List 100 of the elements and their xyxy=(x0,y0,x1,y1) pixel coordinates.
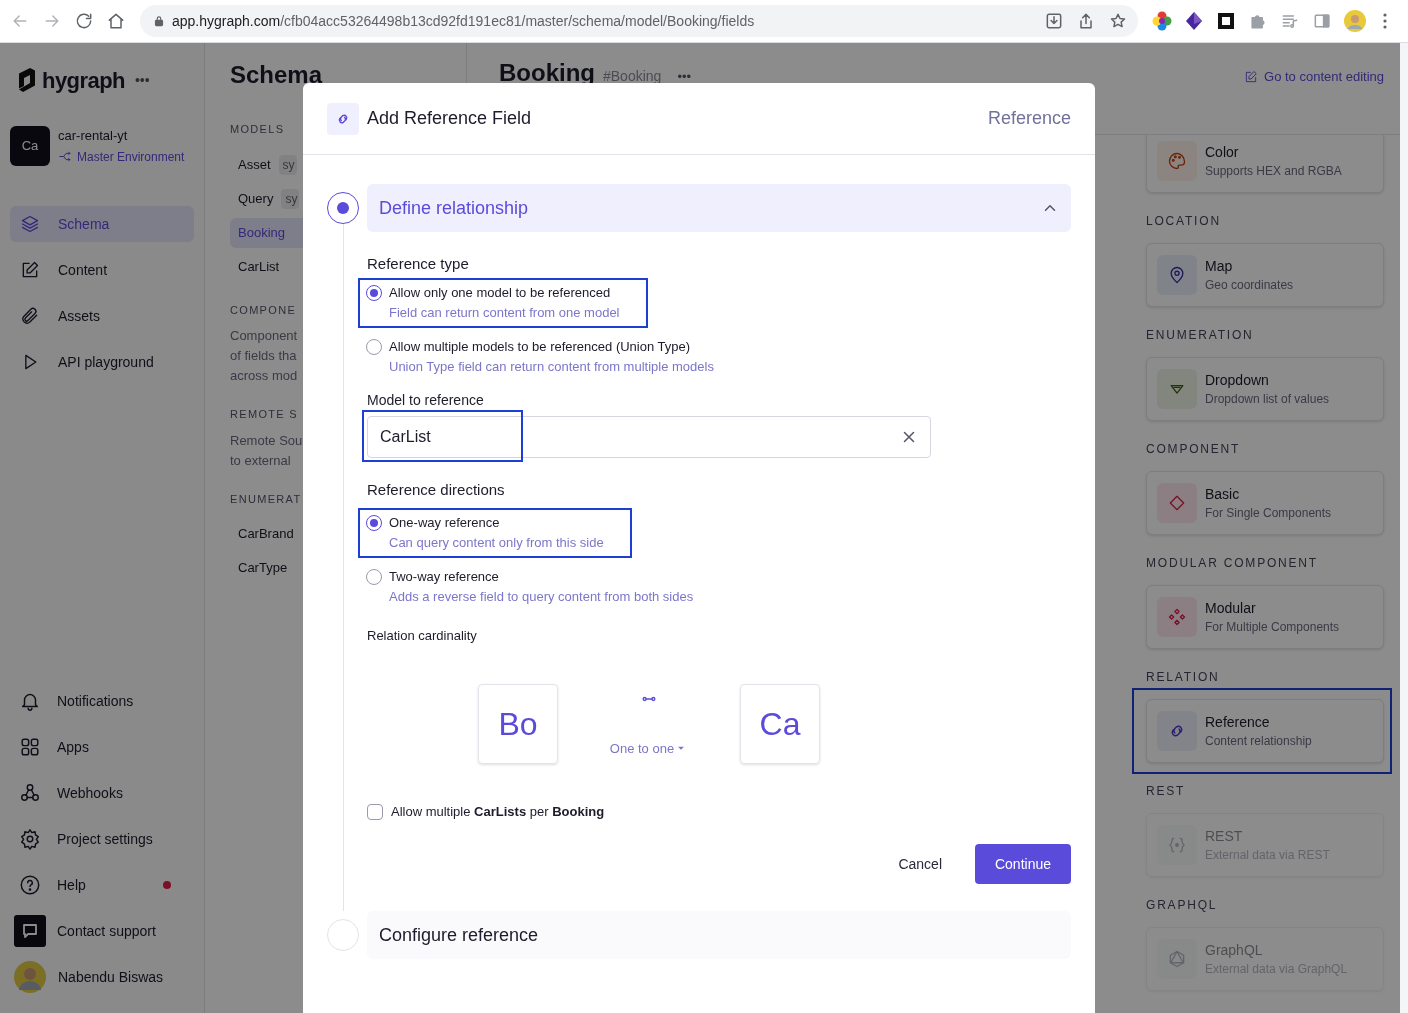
side-panel-icon[interactable] xyxy=(1312,11,1332,31)
section-heading: ENUMERAT xyxy=(230,491,302,507)
edit-icon xyxy=(20,260,40,280)
nav-item[interactable]: Content xyxy=(10,252,194,288)
brand-menu[interactable]: ••• xyxy=(134,69,150,91)
reload-icon[interactable] xyxy=(74,11,94,31)
option-label: Allow only one model to be referenced xyxy=(389,284,611,303)
field-type-card[interactable]: Reference Content relationship xyxy=(1146,699,1384,763)
cancel-button[interactable]: Cancel xyxy=(882,844,958,884)
nav-item[interactable]: Webhooks xyxy=(10,775,194,811)
section-heading: LOCATION xyxy=(1146,213,1221,229)
card-title: GraphQL xyxy=(1205,941,1264,960)
option-description: Union Type field can return content from multiple models xyxy=(389,358,714,376)
user-item[interactable]: Nabendu Biswas xyxy=(10,959,194,995)
field-label: Reference directions xyxy=(367,480,505,500)
section-heading: RELATION xyxy=(1146,669,1220,685)
nav-item[interactable]: Schema xyxy=(10,206,194,242)
step-header[interactable]: Configure reference xyxy=(367,911,1071,959)
nav-item[interactable]: Assets xyxy=(10,298,194,334)
address-bar[interactable]: app.hygraph.com/cfb04acc53264498b13cd92fd191ec81/master/schema/model/Booking/fields xyxy=(140,5,1138,37)
section-heading: ENUMERATION xyxy=(1146,327,1254,343)
api-id: #Booking xyxy=(603,67,662,86)
modal-title: Add Reference Field xyxy=(367,107,532,130)
brand-name: hygraph xyxy=(42,66,125,95)
step-header[interactable]: Define relationship xyxy=(367,184,1071,232)
card-description: Dropdown list of values xyxy=(1205,391,1330,408)
section-heading: REST xyxy=(1146,783,1186,799)
option-label: Two-way reference xyxy=(389,568,499,587)
branch-icon xyxy=(58,149,73,165)
square-icon[interactable] xyxy=(1216,11,1236,31)
nav-item[interactable]: Notifications xyxy=(10,683,194,719)
field-type-card[interactable]: Modular For Multiple Components xyxy=(1146,585,1384,649)
paperclip-icon xyxy=(20,306,40,326)
help-icon xyxy=(19,874,41,896)
card-title: Basic xyxy=(1205,485,1241,504)
palette-icon xyxy=(1167,151,1187,171)
color-wheel-icon[interactable] xyxy=(1152,11,1172,31)
nav-item[interactable]: Help xyxy=(10,867,194,903)
nav-item[interactable]: Project settings xyxy=(10,821,194,857)
model-item[interactable]: Query sy xyxy=(230,183,340,214)
home-icon[interactable] xyxy=(106,11,126,31)
radio-button[interactable] xyxy=(366,569,382,585)
cube-icon[interactable] xyxy=(1184,11,1204,31)
field-type-card[interactable]: Dropdown Dropdown list of values xyxy=(1146,357,1384,421)
checkbox-label: Allow multiple CarLists per Booking xyxy=(391,803,605,822)
field-type-label: Reference xyxy=(987,107,1071,130)
section-heading: MODULAR COMPONENT xyxy=(1146,555,1318,571)
content-editing-link[interactable]: Go to content editing xyxy=(1244,67,1384,87)
option-label: One-way reference xyxy=(389,514,500,533)
card-title: Dropdown xyxy=(1205,371,1270,390)
section-description: to external xyxy=(230,451,291,470)
model-item[interactable]: Asset sy xyxy=(230,149,340,180)
system-tag: sy xyxy=(278,154,297,175)
more-menu[interactable]: ••• xyxy=(677,67,692,87)
field-label: Reference type xyxy=(367,254,469,274)
kebab-menu-icon[interactable] xyxy=(1382,13,1388,29)
model-title: Booking xyxy=(499,59,595,87)
webhook-icon xyxy=(19,782,41,804)
card-title: REST xyxy=(1205,827,1244,846)
card-title: Modular xyxy=(1205,599,1257,618)
panel-title: Schema xyxy=(230,60,324,90)
install-icon[interactable] xyxy=(1044,11,1064,31)
option-description: Field can return content from one model xyxy=(389,304,620,322)
section-heading: REMOTE S xyxy=(230,407,298,422)
continue-button[interactable]: Continue xyxy=(975,844,1071,884)
card-description: Supports HEX and RGBA xyxy=(1205,163,1342,180)
radio-button[interactable] xyxy=(366,339,382,355)
field-type-card[interactable]: Map Geo coordinates xyxy=(1146,243,1384,307)
model-select-field[interactable]: CarList xyxy=(367,416,931,458)
radio-button[interactable] xyxy=(366,515,382,531)
card-title: Color xyxy=(1205,143,1240,162)
field-type-card[interactable]: Basic For Single Components xyxy=(1146,471,1384,535)
section-description: across mod xyxy=(230,367,298,385)
edit-icon xyxy=(1244,69,1258,84)
environment-link[interactable]: Master Environment xyxy=(77,147,185,166)
project-avatar: Ca xyxy=(10,126,50,166)
card-description: For Multiple Components xyxy=(1205,619,1340,636)
card-description: Geo coordinates xyxy=(1205,277,1294,294)
checkbox[interactable] xyxy=(367,804,383,820)
field-type-card[interactable]: Color Supports HEX and RGBA xyxy=(1146,135,1384,193)
option-description: Can query content only from this side xyxy=(389,534,604,552)
nav-item[interactable]: Contact support xyxy=(10,913,194,949)
option-description: Adds a reverse field to query content from both sides xyxy=(389,588,694,606)
card-description: For Single Components xyxy=(1205,505,1332,522)
section-heading: COMPONE xyxy=(230,302,297,318)
card-title: Map xyxy=(1205,257,1234,276)
nav-item[interactable]: Apps xyxy=(10,729,194,765)
model-tile: Ca xyxy=(740,684,820,764)
chat-icon xyxy=(14,915,46,947)
section-heading: MODELS xyxy=(230,122,285,137)
card-title: Reference xyxy=(1205,713,1271,732)
field-label: Relation cardinality xyxy=(367,627,477,645)
section-heading: COMPONENT xyxy=(1146,441,1241,457)
radio-button[interactable] xyxy=(366,285,382,301)
nav-item[interactable]: API playground xyxy=(10,344,194,380)
section-description: Remote Sou xyxy=(230,431,303,450)
apps-icon xyxy=(19,736,41,758)
project-name: car-rental-yt xyxy=(58,127,129,146)
field-label: Model to reference xyxy=(367,391,484,410)
cardinality-dropdown[interactable]: One to one xyxy=(609,738,689,758)
